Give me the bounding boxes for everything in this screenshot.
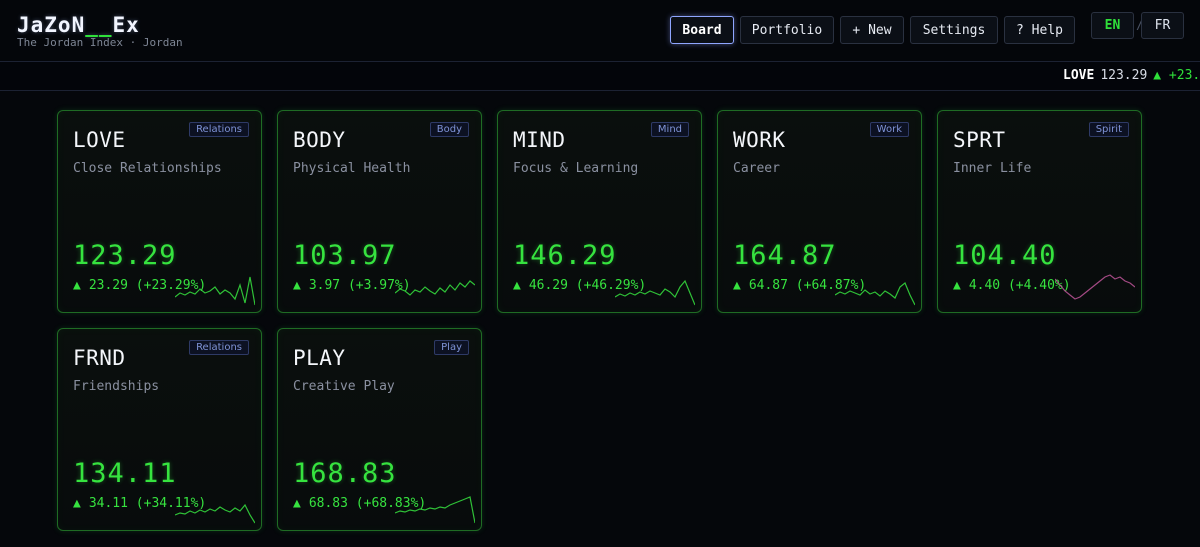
card-change: ▲ 4.40 (+4.40%) [953, 278, 1071, 293]
index-card-work[interactable]: WORK Work Career 164.87 ▲ 64.87 (+64.87%) [717, 110, 922, 313]
index-card-sprt[interactable]: SPRT Spirit Inner Life 104.40 ▲ 4.40 (+4.… [937, 110, 1142, 313]
card-category-tag: Work [869, 122, 909, 137]
index-card-love[interactable]: LOVE Relations Close Relationships 123.2… [57, 110, 262, 313]
card-name: Friendships [73, 379, 160, 394]
index-card-play[interactable]: PLAY Play Creative Play 168.83 ▲ 68.83 (+… [277, 328, 482, 531]
card-code: BODY [293, 128, 346, 152]
sparkline-chart [175, 276, 255, 306]
sparkline-chart [175, 503, 255, 524]
up-arrow-icon: ▲ [73, 496, 81, 511]
sparkline-chart [395, 496, 475, 524]
card-value: 104.40 [953, 240, 1057, 271]
sparkline-chart [615, 279, 695, 306]
card-value: 168.83 [293, 458, 397, 489]
up-arrow-icon: ▲ [513, 278, 521, 293]
sparkline-path [835, 282, 915, 306]
card-name: Physical Health [293, 161, 411, 176]
ticker-name: LOVE [1063, 68, 1095, 83]
card-name: Inner Life [953, 161, 1032, 176]
sparkline-path [175, 503, 255, 524]
portfolio-button[interactable]: Portfolio [740, 16, 834, 44]
up-arrow-icon: ▲ [293, 278, 301, 293]
ticker-change: ▲ +23.29% [1153, 68, 1200, 83]
lang-en-button[interactable]: EN [1091, 12, 1134, 39]
sparkline-chart [835, 282, 915, 306]
card-category-tag: Relations [189, 340, 249, 355]
sparkline-path [615, 279, 695, 306]
card-value: 134.11 [73, 458, 177, 489]
card-name: Creative Play [293, 379, 395, 394]
sparkline-chart [1055, 274, 1135, 300]
card-code: WORK [733, 128, 786, 152]
help-button[interactable]: ? Help [1004, 16, 1075, 44]
app-header: JaZoN__Ex The Jordan Index · Jordan Boar… [0, 0, 1200, 61]
card-category-tag: Mind [650, 122, 689, 137]
card-category-tag: Relations [189, 122, 249, 137]
index-card-mind[interactable]: MIND Mind Focus & Learning 146.29 ▲ 46.29… [497, 110, 702, 313]
sparkline-path [395, 280, 475, 296]
card-category-tag: Body [429, 122, 469, 137]
app-subtitle: The Jordan Index · Jordan [17, 36, 183, 49]
card-code: LOVE [73, 128, 126, 152]
card-name: Focus & Learning [513, 161, 639, 176]
sparkline-chart [395, 280, 475, 296]
card-name: Career [733, 161, 780, 176]
card-name: Close Relationships [73, 161, 222, 176]
sparkline-path [1055, 274, 1135, 300]
ticker-item[interactable]: LOVE 123.29 ▲ +23.29% [1063, 68, 1200, 83]
up-arrow-icon: ▲ [953, 278, 961, 293]
app-title[interactable]: JaZoN__Ex [17, 13, 140, 37]
card-change: ▲ 3.97 (+3.97%) [293, 278, 411, 293]
up-arrow-icon: ▲ [293, 496, 301, 511]
card-value: 123.29 [73, 240, 177, 271]
card-code: FRND [73, 346, 126, 370]
index-card-frnd[interactable]: FRND Relations Friendships 134.11 ▲ 34.11… [57, 328, 262, 531]
sparkline-path [395, 496, 475, 524]
sparkline-path [175, 276, 255, 306]
up-arrow-icon: ▲ [733, 278, 741, 293]
settings-button[interactable]: Settings [910, 16, 998, 44]
card-category-tag: Play [434, 340, 469, 355]
card-code: PLAY [293, 346, 346, 370]
card-code: SPRT [953, 128, 1006, 152]
ticker-value: 123.29 [1100, 68, 1148, 83]
board-button[interactable]: Board [670, 16, 734, 44]
card-value: 146.29 [513, 240, 617, 271]
ticker-bar: LOVE 123.29 ▲ +23.29% [0, 61, 1200, 91]
card-code: MIND [513, 128, 566, 152]
card-category-tag: Spirit [1088, 122, 1129, 137]
new-button[interactable]: + New [840, 16, 904, 44]
index-card-body[interactable]: BODY Body Physical Health 103.97 ▲ 3.97 (… [277, 110, 482, 313]
up-arrow-icon: ▲ [73, 278, 81, 293]
card-value: 103.97 [293, 240, 397, 271]
lang-fr-button[interactable]: FR [1141, 12, 1184, 39]
app-title-accent: __ [85, 13, 113, 37]
card-value: 164.87 [733, 240, 837, 271]
